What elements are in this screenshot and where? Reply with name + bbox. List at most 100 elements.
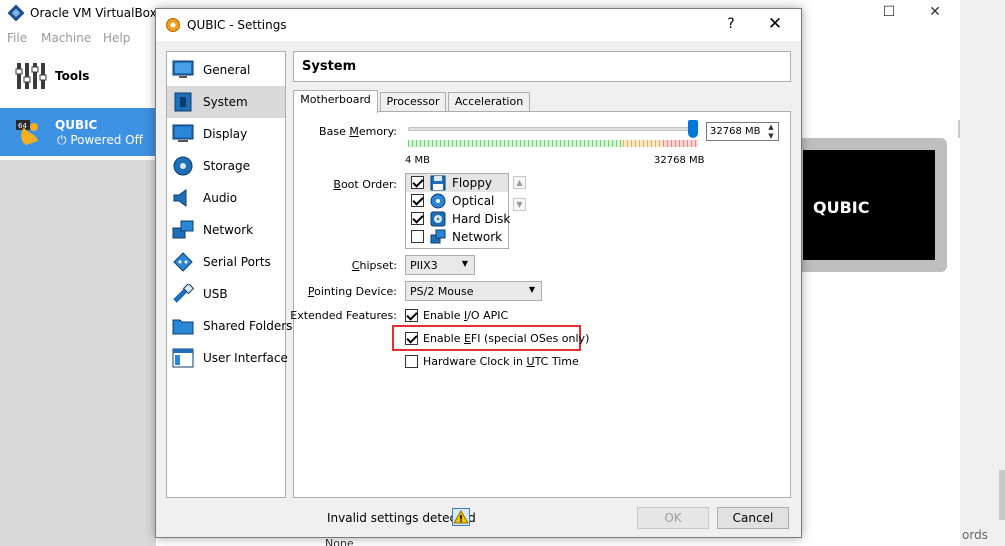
help-button[interactable]: ?: [716, 16, 746, 32]
sidebar-item-storage[interactable]: Storage: [167, 150, 285, 182]
outer-scrollbar-thumb[interactable]: [999, 470, 1005, 520]
tab-acceleration[interactable]: Acceleration: [448, 92, 530, 112]
enable-io-apic-option[interactable]: Enable I/O APIC: [405, 308, 565, 324]
label-mnemonic: B: [333, 178, 341, 191]
audio-icon: [173, 189, 187, 207]
virtualbox-app-icon: [8, 5, 24, 21]
serial-ports-icon: [173, 252, 193, 272]
settings-gear-icon: [166, 18, 180, 32]
enable-io-apic-checkbox[interactable]: [405, 309, 418, 322]
sidebar-item-network[interactable]: Network: [167, 214, 285, 246]
tab-processor[interactable]: Processor: [380, 92, 446, 112]
network-boot-icon: [430, 229, 446, 244]
sidebar-item-audio[interactable]: Audio: [167, 182, 285, 214]
dialog-title: QUBIC - Settings: [187, 18, 287, 32]
dialog-title-bar: QUBIC - Settings ? ✕: [156, 9, 801, 41]
sidebar-item-label: System: [203, 95, 248, 109]
machine-list-empty-area: [0, 160, 156, 546]
boot-item-label: Network: [452, 230, 503, 244]
menu-machine[interactable]: Machine: [41, 31, 91, 45]
boot-network-checkbox[interactable]: [411, 230, 424, 243]
move-up-icon[interactable]: ▲: [513, 176, 526, 189]
label-part: Enable: [423, 309, 464, 322]
hardware-clock-utc-checkbox[interactable]: [405, 355, 418, 368]
label-part: /O APIC: [467, 309, 509, 322]
sidebar-item-serial-ports[interactable]: Serial Ports: [167, 246, 285, 278]
label-mnemonic: E: [463, 332, 471, 345]
network-icon: [172, 220, 194, 239]
boot-item-optical[interactable]: Optical: [406, 192, 508, 210]
tools-icon: [15, 63, 47, 89]
menu-file[interactable]: File: [7, 31, 27, 45]
hardware-clock-utc-label: Hardware Clock in UTC Time: [423, 355, 579, 368]
tools-item[interactable]: Tools: [0, 52, 156, 104]
menu-help[interactable]: Help: [103, 31, 130, 45]
spin-down-icon[interactable]: ▼: [765, 132, 777, 140]
sidebar-item-label: Storage: [203, 159, 250, 173]
sidebar-item-shared-folders[interactable]: Shared Folders: [167, 310, 292, 342]
tab-label: Processor: [386, 95, 440, 108]
dialog-close-button[interactable]: ✕: [760, 14, 790, 34]
details-cut-text: None: [325, 537, 354, 546]
sidebar-item-user-interface[interactable]: User Interface: [167, 342, 288, 374]
base-memory-input[interactable]: [710, 124, 762, 139]
memory-max-label: 32768 MB: [654, 155, 705, 166]
sidebar-item-usb[interactable]: USB: [167, 278, 285, 310]
sidebar-item-general[interactable]: General: [167, 54, 285, 86]
enable-io-apic-label: Enable I/O APIC: [423, 309, 508, 322]
system-icon: [174, 92, 192, 112]
label-part: FI (special OSes only): [470, 332, 590, 345]
boot-floppy-checkbox[interactable]: [411, 176, 424, 189]
optical-icon: [430, 193, 446, 209]
maximize-icon[interactable]: ☐: [866, 0, 912, 26]
enable-efi-checkbox[interactable]: [405, 332, 418, 345]
boot-item-hard-disk[interactable]: Hard Disk: [406, 210, 510, 228]
spin-up-icon[interactable]: ▲: [765, 123, 777, 131]
boot-optical-checkbox[interactable]: [411, 194, 424, 207]
pointing-device-select[interactable]: PS/2 Mouse ▼: [405, 281, 542, 301]
boot-item-network[interactable]: Network: [406, 228, 508, 246]
sidebar-item-label: USB: [203, 287, 228, 301]
motherboard-panel: [293, 111, 791, 498]
base-memory-slider[interactable]: [408, 127, 698, 131]
close-icon[interactable]: ✕: [912, 0, 958, 26]
vm-list-item-qubic[interactable]: 64 QUBIC ⏻ Powered Off: [0, 108, 156, 156]
floppy-icon: [430, 175, 446, 191]
label-part: oot Order:: [340, 178, 397, 191]
sidebar-item-system[interactable]: System: [167, 86, 285, 118]
vm-name: QUBIC: [55, 118, 98, 132]
base-memory-spinbox[interactable]: ▲ ▼: [706, 122, 779, 141]
general-icon: [172, 60, 194, 78]
sidebar-item-label: Audio: [203, 191, 238, 205]
chevron-down-icon: ▼: [528, 285, 535, 294]
cancel-button[interactable]: Cancel: [717, 507, 789, 529]
cut-off-text: ords: [962, 528, 988, 542]
boot-item-label: Floppy: [452, 176, 492, 190]
tab-label: Acceleration: [454, 95, 524, 108]
move-down-icon[interactable]: ▼: [513, 198, 526, 211]
section-title: System: [302, 59, 357, 74]
chipset-select[interactable]: PIIX3 ▼: [405, 255, 475, 275]
boot-item-floppy[interactable]: Floppy: [406, 174, 508, 192]
storage-icon: [173, 156, 193, 176]
warning-icon[interactable]: [452, 508, 470, 526]
section-header: System: [293, 51, 791, 82]
hardware-clock-utc-option[interactable]: Hardware Clock in UTC Time: [405, 354, 579, 370]
memory-scale-safe: [408, 140, 623, 147]
label-part: TC Time: [534, 355, 579, 368]
label-part: Enable: [423, 332, 464, 345]
pointing-device-value: PS/2 Mouse: [410, 285, 474, 298]
hard-disk-icon: [430, 211, 446, 227]
ok-button[interactable]: OK: [637, 507, 709, 529]
enable-efi-option[interactable]: Enable EFI (special OSes only): [405, 331, 589, 347]
boot-hard-disk-checkbox[interactable]: [411, 212, 424, 225]
sidebar-item-display[interactable]: Display: [167, 118, 285, 150]
tab-motherboard[interactable]: Motherboard: [293, 90, 378, 113]
vm-preview-label: QUBIC: [813, 198, 870, 217]
extended-features-label: Extended Features:: [290, 309, 397, 322]
memory-min-label: 4 MB: [405, 155, 431, 166]
label-part: emory:: [358, 125, 397, 138]
memory-scale-danger: [663, 140, 698, 147]
user-interface-icon: [172, 348, 194, 368]
base-memory-slider-handle[interactable]: [688, 120, 698, 138]
